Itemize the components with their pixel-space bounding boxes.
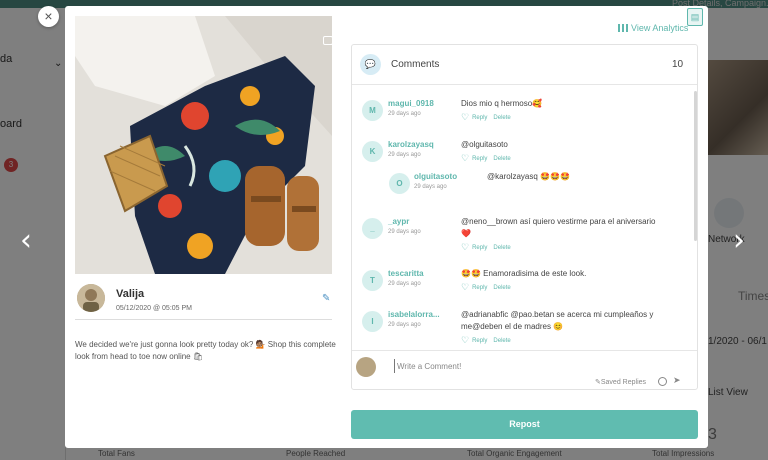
comment-time: 29 days ago xyxy=(388,111,421,117)
reply-link[interactable]: Reply xyxy=(472,245,487,251)
comment-time: 29 days ago xyxy=(388,281,421,287)
comment-actions: ♡ Reply Delete xyxy=(461,153,517,164)
avatar xyxy=(77,284,105,312)
comment-avatar: M xyxy=(362,100,383,121)
comment-input[interactable] xyxy=(394,359,684,373)
delete-link[interactable]: Delete xyxy=(493,285,510,291)
heart-icon[interactable]: ♡ xyxy=(461,282,469,293)
emoji-icon[interactable] xyxy=(658,377,667,386)
avatar xyxy=(356,357,376,377)
previous-post-arrow[interactable]: ‹ xyxy=(20,226,32,256)
comment-avatar: _ xyxy=(362,218,383,239)
comment-actions: ♡ Reply Delete xyxy=(461,242,517,253)
comment-username[interactable]: karolzayasq xyxy=(388,140,434,149)
post-detail-modal: Valija 05/12/2020 @ 05:05 PM ✎ We decide… xyxy=(65,6,708,448)
comment-avatar: O xyxy=(389,173,410,194)
saved-replies-label: Saved Replies xyxy=(600,379,647,386)
heart-icon[interactable]: ♡ xyxy=(461,153,469,164)
comment-username[interactable]: isabelalorra... xyxy=(388,310,440,319)
delete-link[interactable]: Delete xyxy=(493,115,510,121)
comment-text: @adrianabfic @pao.betan se acerca mi cum… xyxy=(461,310,654,331)
comment-actions: ♡ Reply Delete xyxy=(461,282,517,293)
comment-time: 29 days ago xyxy=(388,229,421,235)
next-post-arrow[interactable]: › xyxy=(733,226,745,256)
reply-link[interactable]: Reply xyxy=(472,115,487,121)
post-author-row: Valija 05/12/2020 @ 05:05 PM ✎ xyxy=(75,284,332,320)
heart-icon[interactable]: ♡ xyxy=(461,242,469,253)
comment-text: @neno__brown así quiero vestirme para el… xyxy=(461,217,656,238)
delete-link[interactable]: Delete xyxy=(493,156,510,162)
delete-link[interactable]: Delete xyxy=(493,245,510,251)
image-tag-icon[interactable] xyxy=(323,36,332,45)
comments-title: Comments xyxy=(391,59,440,70)
author-name: Valija xyxy=(116,288,145,300)
comment-username[interactable]: _aypr xyxy=(388,217,409,226)
comments-panel: 💬 Comments 10 M magui_0918 29 days ago D… xyxy=(351,44,698,390)
close-button[interactable]: × xyxy=(38,6,59,27)
comment-username[interactable]: magui_0918 xyxy=(388,99,434,108)
comment-actions: ♡ Reply Delete xyxy=(461,112,517,123)
post-image[interactable] xyxy=(75,16,332,274)
comment-bubbles-icon: 💬 xyxy=(360,54,381,75)
send-icon[interactable]: ➤ xyxy=(673,375,681,386)
heart-icon[interactable]: ♡ xyxy=(461,335,469,346)
document-icon[interactable]: ▤ xyxy=(687,8,703,26)
comment-username[interactable]: olguitasoto xyxy=(414,172,457,181)
edit-icon[interactable]: ✎ xyxy=(322,293,330,304)
comments-header: 💬 Comments 10 xyxy=(352,45,697,85)
comment-text: 🤩🤩 Enamoradisima de este look. xyxy=(461,269,587,278)
comment-avatar: K xyxy=(362,141,383,162)
comment-actions: ♡ Reply Delete xyxy=(461,335,517,346)
post-photo-illustration xyxy=(75,16,332,274)
view-analytics-link[interactable]: View Analytics xyxy=(618,23,688,33)
comment-text: @olguitasoto xyxy=(461,140,508,149)
reply-link[interactable]: Reply xyxy=(472,156,487,162)
comment-compose: ✎Saved Replies ➤ xyxy=(352,350,697,389)
bar-chart-icon xyxy=(618,24,628,32)
saved-replies-button[interactable]: ✎Saved Replies xyxy=(595,378,646,386)
delete-link[interactable]: Delete xyxy=(493,338,510,344)
comment-avatar: I xyxy=(362,311,383,332)
comment-username[interactable]: tescaritta xyxy=(388,269,424,278)
comment-avatar: T xyxy=(362,270,383,291)
view-analytics-label: View Analytics xyxy=(631,23,689,33)
heart-icon[interactable]: ♡ xyxy=(461,112,469,123)
comment-text: @karolzayasq 🤩🤩🤩 xyxy=(487,172,570,181)
repost-button[interactable]: Repost xyxy=(351,410,698,439)
reply-link[interactable]: Reply xyxy=(472,338,487,344)
post-caption: We decided we're just gonna look pretty … xyxy=(75,340,336,361)
comment-time: 29 days ago xyxy=(414,184,447,190)
comments-count: 10 xyxy=(672,59,684,70)
comment-time: 29 days ago xyxy=(388,152,421,158)
reply-link[interactable]: Reply xyxy=(472,285,487,291)
post-date: 05/12/2020 @ 05:05 PM xyxy=(116,305,192,312)
comment-text: Dios mio q hermoso🥰 xyxy=(461,99,543,108)
comment-time: 29 days ago xyxy=(388,322,421,328)
comments-list[interactable]: M magui_0918 29 days ago Dios mio q herm… xyxy=(352,86,697,350)
comments-scrollbar[interactable] xyxy=(694,91,697,241)
